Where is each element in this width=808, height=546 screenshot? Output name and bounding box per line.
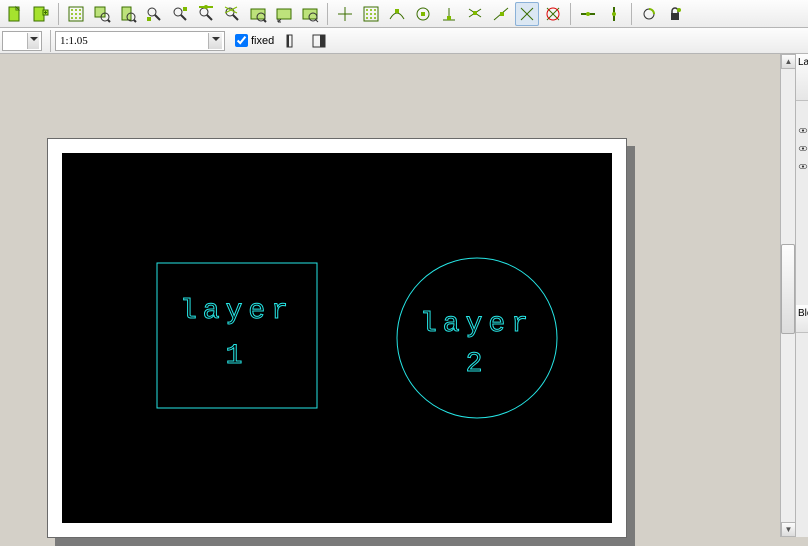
- snap-endpoint-icon[interactable]: [168, 2, 192, 26]
- fixed-checkbox[interactable]: fixed: [235, 34, 274, 47]
- scroll-track[interactable]: [781, 69, 795, 522]
- zoom-redraw-icon[interactable]: [298, 2, 322, 26]
- restrict-horizontal-icon[interactable]: [576, 2, 600, 26]
- snap-none-icon[interactable]: [541, 2, 565, 26]
- ratio-field[interactable]: [55, 31, 225, 51]
- panel-tab-layers[interactable]: La: [796, 54, 808, 101]
- layer-visibility-icon[interactable]: [796, 157, 808, 175]
- snap-midpoint-icon[interactable]: [194, 2, 218, 26]
- lock-relative-zero-icon[interactable]: [663, 2, 687, 26]
- snap-on-entity-icon[interactable]: [385, 2, 409, 26]
- file-new-layer-icon[interactable]: [29, 2, 53, 26]
- scroll-up-icon[interactable]: ▲: [781, 54, 796, 69]
- separator: [58, 3, 59, 25]
- snap-intersection-icon[interactable]: [220, 2, 244, 26]
- snap-grid-icon[interactable]: [359, 2, 383, 26]
- workspace: layer 1 layer 2: [0, 54, 780, 537]
- layer2-text-line2[interactable]: 2: [466, 349, 489, 380]
- main-toolbar: [0, 0, 808, 28]
- drawing-canvas[interactable]: layer 1 layer 2: [62, 153, 612, 523]
- file-new-icon[interactable]: [3, 2, 27, 26]
- snap-grid-origin-icon[interactable]: [333, 2, 357, 26]
- panel-tab-blocks[interactable]: Blo: [796, 305, 808, 333]
- snap-cross-icon[interactable]: [515, 2, 539, 26]
- snap-center-icon[interactable]: [411, 2, 435, 26]
- restrict-vertical-icon[interactable]: [602, 2, 626, 26]
- zoom-page-icon[interactable]: [116, 2, 140, 26]
- scroll-down-icon[interactable]: ▼: [781, 522, 796, 537]
- option-field-1[interactable]: [2, 31, 42, 51]
- layer-visibility-icon[interactable]: [796, 121, 808, 139]
- fixed-label: fixed: [251, 35, 274, 47]
- fixed-checkbox-input[interactable]: [235, 34, 248, 47]
- snap-tangent-icon[interactable]: [463, 2, 487, 26]
- ratio-input[interactable]: [58, 33, 208, 49]
- snap-free-icon[interactable]: [142, 2, 166, 26]
- separator: [50, 30, 51, 52]
- align-right-icon[interactable]: [307, 29, 331, 53]
- separator: [327, 3, 328, 25]
- chevron-down-icon[interactable]: [208, 33, 222, 49]
- snap-perpendicular-icon[interactable]: [437, 2, 461, 26]
- separator: [570, 3, 571, 25]
- right-side-panel: La Blo: [795, 54, 808, 537]
- zoom-previous-icon[interactable]: [272, 2, 296, 26]
- chevron-down-icon[interactable]: [27, 33, 39, 49]
- align-left-icon[interactable]: [281, 29, 305, 53]
- grid-show-icon[interactable]: [64, 2, 88, 26]
- separator: [631, 3, 632, 25]
- vertical-scrollbar[interactable]: ▲ ▼: [780, 54, 795, 537]
- layer1-text-line1[interactable]: layer: [180, 296, 294, 327]
- layer1-rect[interactable]: [157, 263, 317, 408]
- relative-zero-icon[interactable]: [637, 2, 661, 26]
- option-field-1-input[interactable]: [5, 33, 27, 49]
- layer-visibility-icon[interactable]: [796, 139, 808, 157]
- zoom-selection-icon[interactable]: [90, 2, 114, 26]
- scroll-thumb[interactable]: [781, 244, 795, 334]
- snap-nearest-icon[interactable]: [489, 2, 513, 26]
- layer1-text-line2[interactable]: 1: [226, 341, 249, 372]
- options-toolbar: fixed: [0, 28, 808, 54]
- zoom-fit-icon[interactable]: [246, 2, 270, 26]
- layer2-text-line1[interactable]: layer: [420, 309, 534, 340]
